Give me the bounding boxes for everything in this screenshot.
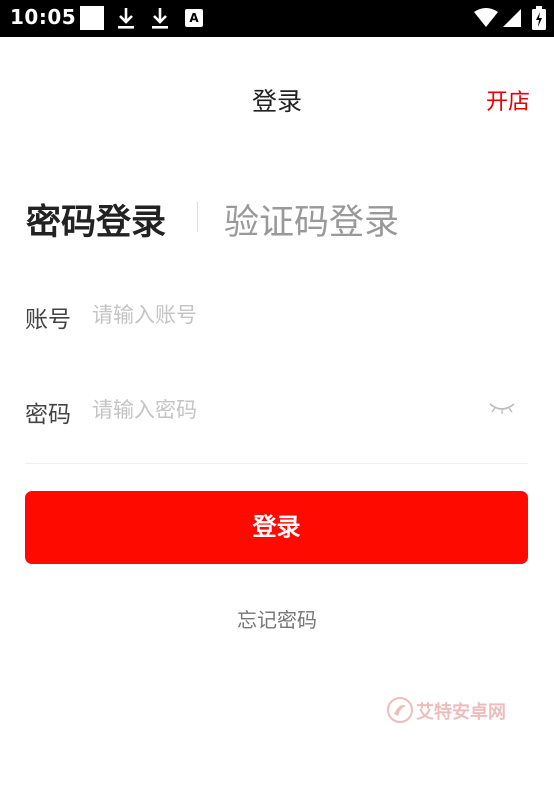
download-icon [150,6,170,34]
forgot-password-link[interactable]: 忘记密码 [0,604,554,633]
login-button[interactable]: 登录 [25,491,528,564]
eye-closed-icon[interactable] [487,398,517,422]
a-font-icon: A [185,9,203,27]
watermark: 艾特安卓网 [386,696,506,728]
download-icon [116,6,136,34]
status-time: 10:05 [10,5,77,29]
signal-icon [502,8,522,32]
page-title: 登录 [251,87,302,116]
notification-square-icon [80,6,104,30]
watermark-logo-icon [387,697,413,723]
battery-icon [532,6,546,34]
account-label: 账号 [25,307,71,333]
tab-password-login[interactable]: 密码登录 [26,194,166,245]
wifi-icon [474,8,498,32]
open-store-link[interactable]: 开店 [486,84,530,116]
tab-code-login[interactable]: 验证码登录 [224,194,399,245]
password-input[interactable] [92,390,472,430]
account-input[interactable] [92,295,472,335]
password-label: 密码 [25,402,71,428]
watermark-text: 艾特安卓网 [416,702,506,723]
status-bar: 10:05 A [0,0,554,37]
field-divider [25,463,528,464]
tab-divider [197,202,198,232]
